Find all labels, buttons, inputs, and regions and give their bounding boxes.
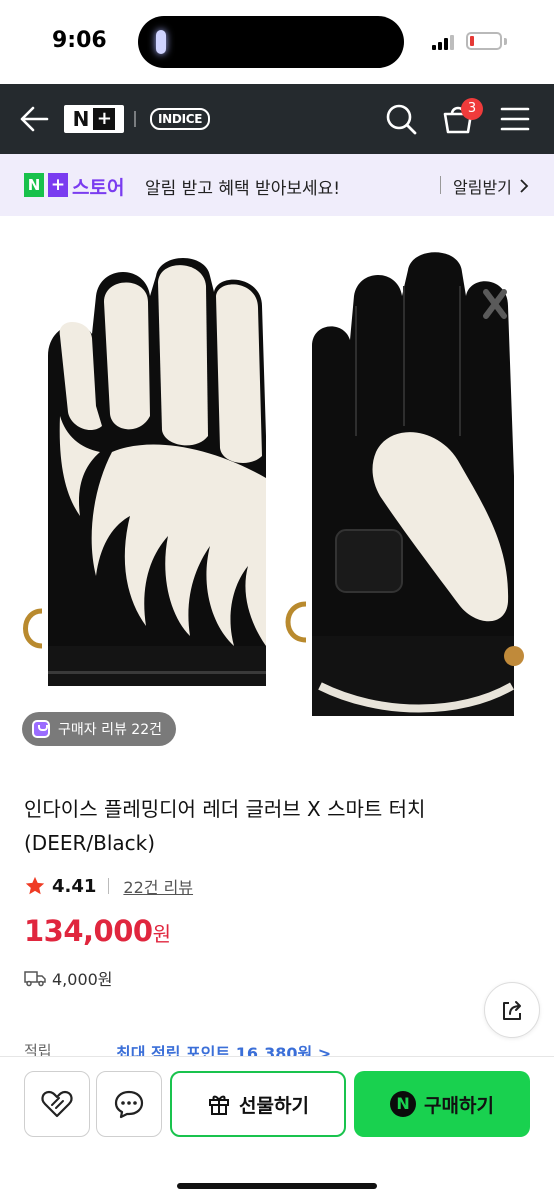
status-bar: 9:06 [0,0,554,84]
share-button[interactable] [484,982,540,1038]
shipping-row: 4,000원 [24,966,113,990]
gloves-image [23,252,524,716]
price-value: 134,000 [24,914,153,948]
notice-message: 알림 받고 혜택 받아보세요! [145,179,341,199]
subscribe-alert-link[interactable]: 알림받기 [453,174,512,198]
truck-icon [24,971,46,987]
gift-icon [209,1095,230,1115]
shipping-fee: 4,000원 [52,970,113,989]
home-indicator [177,1183,377,1189]
buy-now-button[interactable]: N 구매하기 [354,1071,530,1137]
review-count-link[interactable]: 22건 리뷰 [123,874,193,898]
header-divider [134,111,136,127]
dynamic-island [138,16,404,68]
search-icon[interactable] [384,102,418,136]
review-bag-icon [32,720,50,738]
status-time: 9:06 [52,28,107,53]
cart-count-badge: 3 [461,98,483,120]
heart-icon [41,1090,73,1118]
rating-divider [108,878,110,894]
menu-icon[interactable] [500,106,530,132]
notice-divider [440,176,441,194]
rating-value: 4.41 [52,875,97,897]
chevron-right-icon [520,179,529,193]
product-image[interactable] [0,216,554,772]
naver-pay-icon: N [390,1091,417,1117]
store-name: 스토어 [72,177,125,199]
store-header: N + INDICE 3 [0,84,554,154]
back-arrow-icon[interactable] [18,104,50,134]
brand-logo[interactable]: INDICE [150,108,211,130]
gift-button[interactable]: 선물하기 [170,1071,346,1137]
bottom-action-bar: 선물하기 N 구매하기 [0,1056,554,1200]
product-title: 인다이스 플레밍디어 레더 글러브 X 스마트 터치 (DEER/Black) [24,797,426,855]
share-icon [503,1001,521,1020]
naver-plus-logo[interactable]: N + [64,105,124,133]
signal-strength-icon [432,34,458,50]
star-icon [25,876,45,895]
price: 134,000원 [24,914,171,948]
rating-row: 4.41 22건 리뷰 [24,874,193,898]
chat-icon [114,1090,144,1119]
price-unit: 원 [152,922,171,946]
buyer-reviews-chip[interactable]: 구매자 리뷰 22건 [22,712,176,746]
battery-icon [466,32,502,50]
wishlist-button[interactable] [24,1071,90,1137]
notification-banner[interactable]: N + 스토어 알림 받고 혜택 받아보세요! 알림받기 [0,154,554,216]
talk-talk-button[interactable] [96,1071,162,1137]
naver-plus-store-logo: N + [24,173,68,197]
flashlight-indicator-icon [156,30,166,54]
